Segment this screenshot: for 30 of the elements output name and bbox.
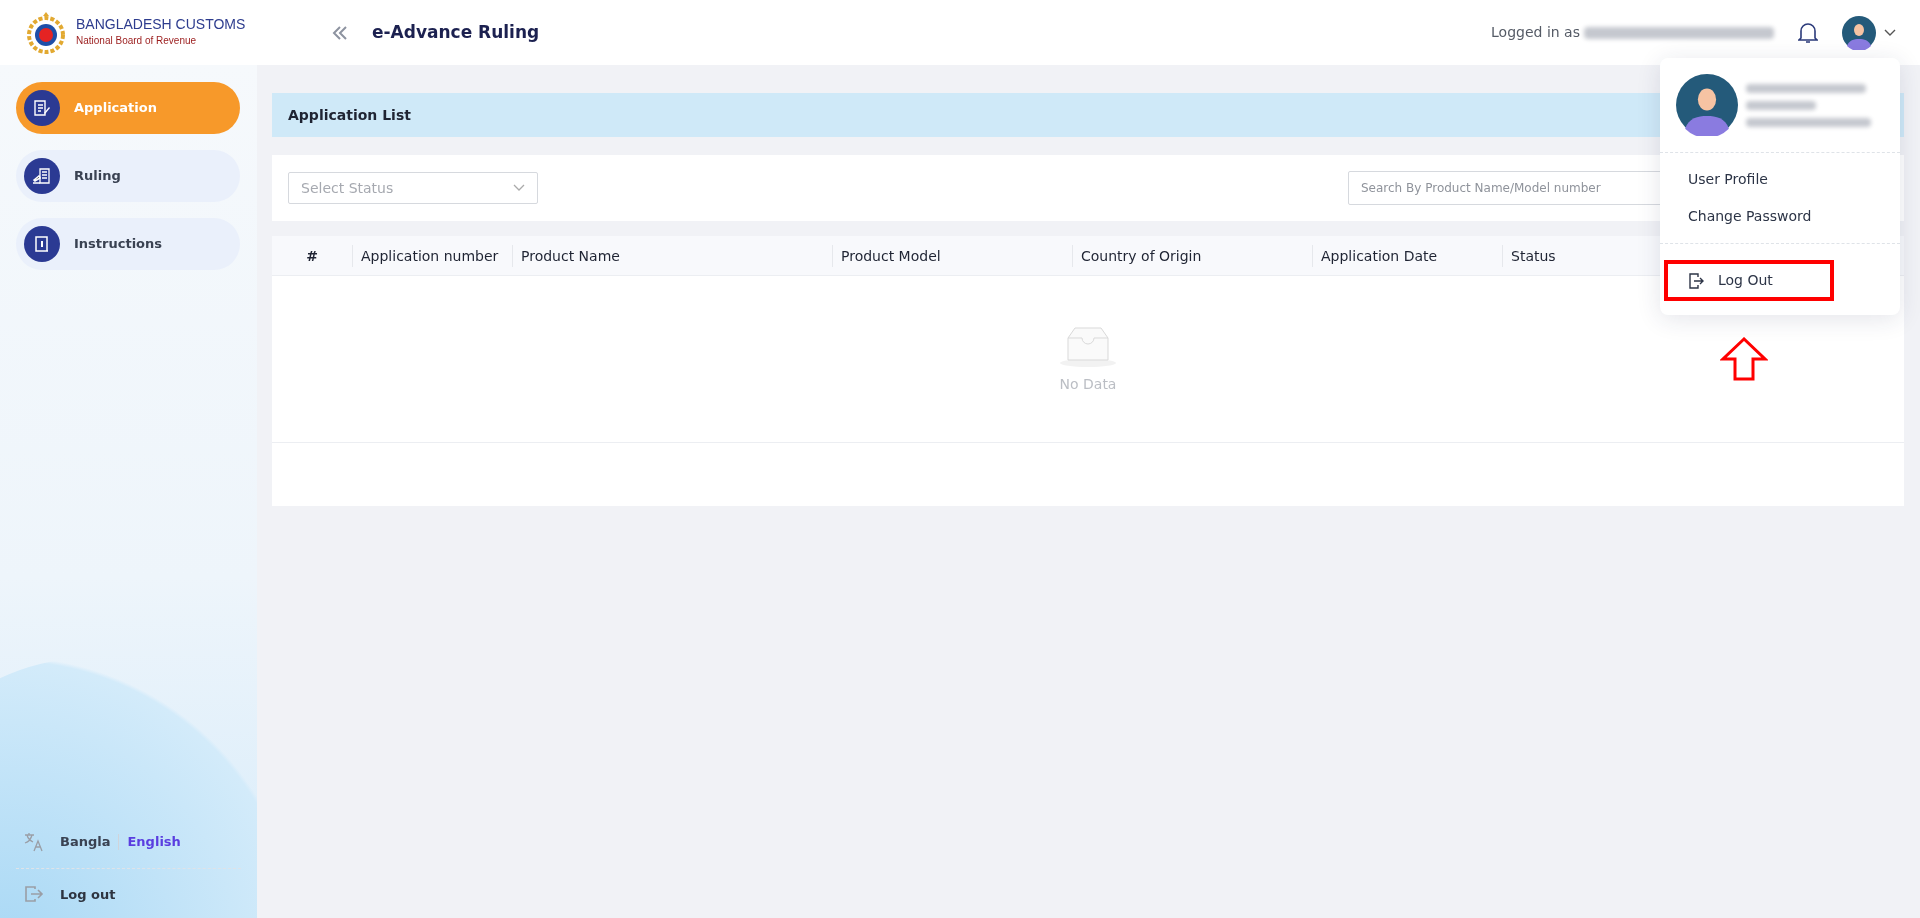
logged-in-label: Logged in as — [1491, 23, 1580, 42]
up-arrow-annotation — [1720, 337, 1768, 381]
sidebar-nav-item[interactable]: Instructions — [16, 218, 240, 270]
sidebar-nav-item[interactable]: Ruling — [16, 150, 240, 202]
column-header: Application Date — [1312, 244, 1502, 267]
logout-menu-item[interactable]: Log Out — [1664, 260, 1834, 301]
column-header: Product Name — [512, 244, 832, 267]
bell-icon[interactable] — [1798, 21, 1818, 44]
language-option[interactable]: English — [127, 832, 181, 852]
brand-subtitle: National Board of Revenue — [76, 33, 198, 48]
chevron-down-icon[interactable] — [1884, 28, 1896, 37]
language-option[interactable]: Bangla — [60, 832, 111, 852]
translate-icon — [24, 832, 44, 852]
brand-title: BANGLADESH CUSTOMS — [76, 17, 246, 33]
avatar-icon — [1676, 74, 1738, 136]
logout-link[interactable]: Log out — [60, 884, 116, 904]
column-header: Product Model — [832, 244, 1072, 267]
nav-item-icon — [32, 167, 52, 185]
chevron-down-icon — [513, 184, 525, 192]
nav-item-icon — [32, 99, 52, 117]
avatar-icon[interactable] — [1842, 15, 1876, 50]
logout-icon — [1688, 271, 1704, 290]
customs-logo-icon — [24, 10, 68, 55]
collapse-icon[interactable] — [332, 25, 348, 40]
column-header: Application number — [352, 244, 512, 267]
column-header: Country of Origin — [1072, 244, 1312, 267]
column-header: # — [305, 246, 319, 266]
redacted-user-name — [1746, 100, 1816, 110]
app-title: e-Advance Ruling — [372, 20, 540, 44]
empty-message: No Data — [1059, 374, 1117, 394]
